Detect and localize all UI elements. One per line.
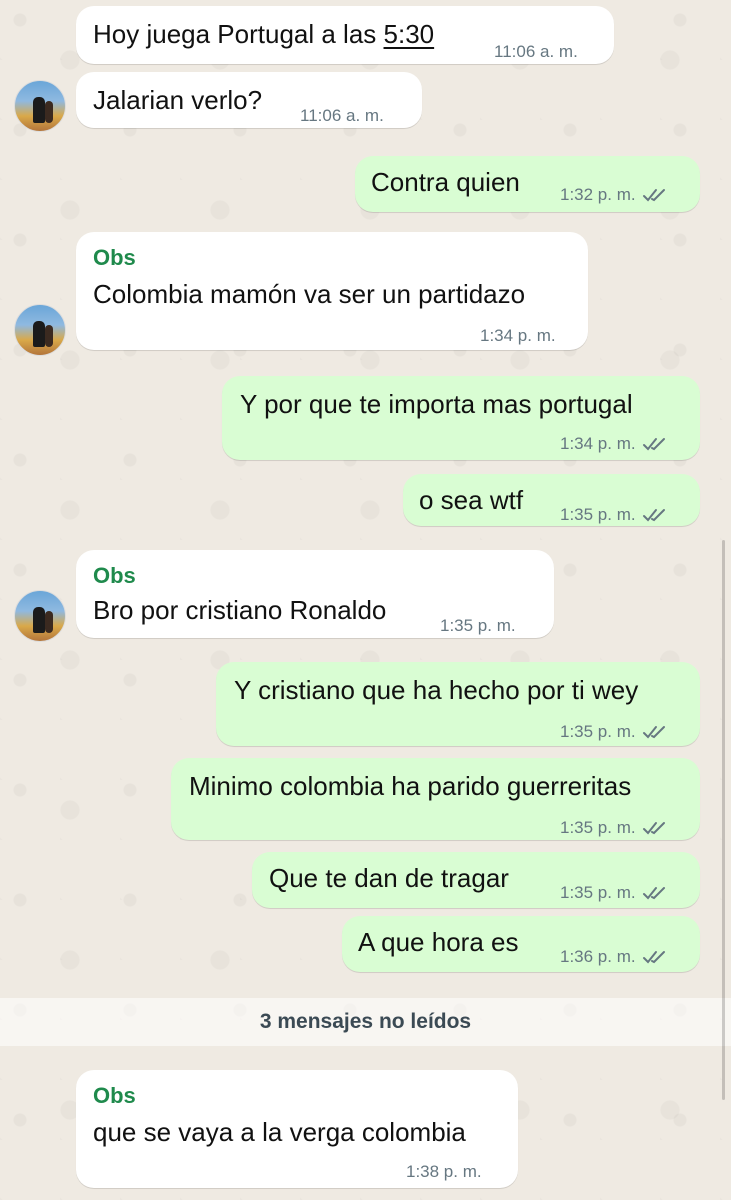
double-check-icon: [642, 951, 665, 964]
message-time: 1:35 p. m.: [560, 716, 668, 748]
sender-name[interactable]: Obs: [93, 242, 136, 274]
message-text: Bro por cristiano Ronaldo: [93, 595, 387, 625]
avatar[interactable]: [14, 304, 66, 356]
message-time: 1:35 p. m.: [440, 616, 516, 635]
message-time: 1:35 p. m.: [560, 812, 668, 844]
chat-thread[interactable]: Hoy juega Portugal a las 5:30 11:06 a. m…: [0, 0, 731, 1200]
message-text: A que hora es: [358, 927, 519, 957]
message-text: Minimo colombia ha parido guerreritas: [189, 771, 632, 801]
message-text: Contra quien: [371, 167, 520, 197]
message-text: Que te dan de tragar: [269, 863, 509, 893]
double-check-icon: [642, 189, 665, 202]
double-check-icon: [642, 822, 665, 835]
message-text: Jalarian verlo?: [93, 85, 263, 115]
unread-messages-label: 3 mensajes no leídos: [259, 1010, 472, 1033]
message-bubble-outgoing[interactable]: A que hora es 1:36 p. m.: [342, 916, 700, 972]
message-bubble-outgoing[interactable]: o sea wtf 1:35 p. m.: [403, 474, 700, 526]
message-bubble-incoming[interactable]: Obs Colombia mamón va ser un partidazo 1…: [76, 232, 588, 350]
message-bubble-incoming[interactable]: Jalarian verlo? 11:06 a. m.: [76, 72, 422, 128]
double-check-icon: [642, 438, 665, 451]
message-bubble-outgoing[interactable]: Minimo colombia ha parido guerreritas 1:…: [171, 758, 700, 840]
message-time: 1:36 p. m.: [560, 941, 668, 973]
message-time: 1:38 p. m.: [406, 1162, 482, 1181]
message-time: 11:06 a. m.: [494, 42, 578, 61]
message-bubble-outgoing[interactable]: Y cristiano que ha hecho por ti wey 1:35…: [216, 662, 700, 746]
message-time: 1:35 p. m.: [560, 877, 668, 909]
double-check-icon: [642, 509, 665, 522]
message-bubble-outgoing[interactable]: Y por que te importa mas portugal 1:34 p…: [222, 376, 700, 460]
scrollbar[interactable]: [722, 540, 725, 1100]
double-check-icon: [642, 887, 665, 900]
avatar[interactable]: [14, 80, 66, 132]
time-link[interactable]: 5:30: [384, 19, 435, 49]
double-check-icon: [642, 726, 665, 739]
message-text: que se vaya a la verga colombia: [93, 1117, 466, 1147]
message-bubble-incoming[interactable]: Hoy juega Portugal a las 5:30 11:06 a. m…: [76, 6, 614, 64]
sender-name[interactable]: Obs: [93, 1080, 136, 1112]
message-text: Y por que te importa mas portugal: [240, 389, 633, 419]
message-text: Y cristiano que ha hecho por ti wey: [234, 675, 639, 705]
message-bubble-incoming[interactable]: Obs que se vaya a la verga colombia 1:38…: [76, 1070, 518, 1188]
message-time: 1:32 p. m.: [560, 179, 668, 211]
message-time: 11:06 a. m.: [300, 106, 384, 125]
message-bubble-outgoing[interactable]: Contra quien 1:32 p. m.: [355, 156, 700, 212]
unread-messages-banner: 3 mensajes no leídos: [0, 998, 731, 1046]
message-bubble-outgoing[interactable]: Que te dan de tragar 1:35 p. m.: [252, 852, 700, 908]
sender-name[interactable]: Obs: [93, 560, 136, 592]
avatar[interactable]: [14, 590, 66, 642]
message-text: Colombia mamón va ser un partidazo: [93, 279, 526, 309]
message-time: 1:35 p. m.: [560, 499, 668, 531]
message-time: 1:34 p. m.: [480, 326, 556, 345]
message-text: Hoy juega Portugal a las 5:30: [93, 19, 435, 49]
message-bubble-incoming[interactable]: Obs Bro por cristiano Ronaldo 1:35 p. m.: [76, 550, 554, 638]
message-time: 1:34 p. m.: [560, 428, 668, 460]
message-text: o sea wtf: [419, 485, 524, 515]
